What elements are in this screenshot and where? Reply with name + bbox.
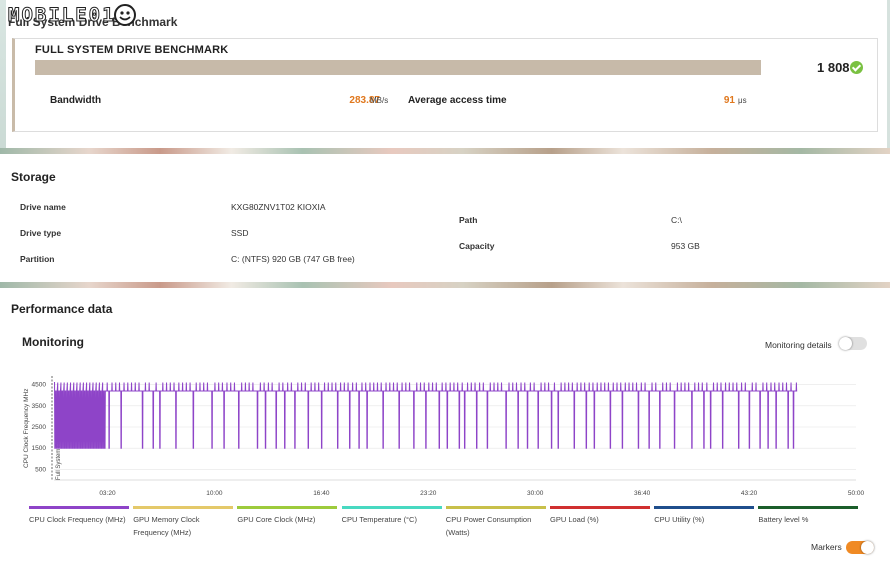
chart-x-tick-label: 23:20 [420,490,437,497]
path-value: C:\ [671,215,682,225]
capacity-label: Capacity [459,241,495,251]
chart-y-tick-label: 500 [35,466,46,473]
legend-color-swatch [341,506,442,509]
legend-item[interactable]: Battery level % [758,506,859,526]
markers-label: Markers [811,542,842,552]
legend-color-swatch [445,506,546,509]
legend-color-swatch [133,506,234,509]
monitoring-title: Monitoring [22,335,84,349]
legend-label: GPU Memory Clock Frequency (MHz) [133,515,200,537]
legend-color-swatch [758,506,859,509]
capacity-value: 953 GB [671,241,700,251]
benchmark-card: FULL SYSTEM DRIVE BENCHMARK 1 808 Bandwi… [12,38,878,132]
chart-x-tick-label: 16:40 [313,490,330,497]
legend-label: Battery level % [758,515,809,524]
legend-label: GPU Core Clock (MHz) [237,515,316,524]
chart-y-axis-label: CPU Clock Frequency MHz [23,389,30,468]
access-time-value: 91 [723,95,735,106]
legend-item[interactable]: CPU Temperature (°C) [341,506,442,526]
chart-x-tick-label: 36:40 [634,490,651,497]
logo-face-icon [114,4,136,26]
legend-label: CPU Temperature (°C) [341,515,417,524]
chart-y-tick-label: 3500 [32,403,47,410]
monitoring-chart: 4500 3500 2500 1500 500 03:20 10:00 16:40 23:20… [23,376,865,497]
chart-x-tick-label: 30:00 [527,490,544,497]
site-logo: MOBILE01 [8,4,116,27]
markers-toggle[interactable] [846,541,874,554]
performance-title: Performance data [11,302,113,316]
legend-item[interactable]: CPU Utility (%) [654,506,755,526]
drive-name-value: KXG80ZNV1T02 KIOXIA [231,202,326,212]
partition-label: Partition [20,254,55,264]
legend-item[interactable]: CPU Clock Frequency (MHz) [29,506,129,526]
legend-item[interactable]: GPU Load (%) [550,506,650,526]
chart-y-tick-label: 2500 [32,424,47,431]
legend-color-swatch [654,506,755,509]
legend-label: CPU Utility (%) [654,515,705,524]
legend-label: CPU Power Consumption (Watts) [445,515,532,537]
storage-title: Storage [11,170,56,184]
chart-y-tick-label: 1500 [32,445,47,452]
storage-panel: Storage Drive name KXG80ZNV1T02 KIOXIA D… [0,154,890,282]
drive-type-value: SSD [231,228,249,238]
chart-y-tick-label: 4500 [32,382,47,389]
legend-color-swatch [550,506,650,509]
path-label: Path [459,215,478,225]
chart-x-tick-label: 50:00 [848,490,865,497]
legend-item[interactable]: GPU Memory Clock Frequency (MHz) [133,506,234,539]
check-icon [850,61,863,74]
legend-label: GPU Load (%) [550,515,599,524]
bandwidth-unit: MB/s [370,96,389,105]
chart-x-tick-label: 10:00 [206,490,223,497]
bandwidth-label: Bandwidth [50,95,102,106]
drive-name-label: Drive name [20,202,66,212]
legend-color-swatch [237,506,338,509]
legend-label: CPU Clock Frequency (MHz) [29,515,126,524]
access-time-label: Average access time [408,95,507,106]
legend-color-swatch [29,506,129,509]
monitoring-details-toggle[interactable] [839,337,867,350]
access-time-unit: μs [738,96,747,105]
chart-x-tick-label: 43:20 [741,490,758,497]
drive-type-label: Drive type [20,228,62,238]
benchmark-score: 1 808 [817,60,850,75]
benchmark-score-bar [35,60,761,75]
partition-value: C: (NTFS) 920 GB (747 GB free) [231,254,355,264]
chart-x-tick-label: 03:20 [99,490,116,497]
benchmark-title: FULL SYSTEM DRIVE BENCHMARK [35,44,229,56]
legend-item[interactable]: CPU Power Consumption (Watts) [445,506,546,539]
monitoring-details-label: Monitoring details [765,340,832,350]
cpu-clock-series-line [54,381,798,449]
legend-item[interactable]: GPU Core Clock (MHz) [237,506,338,526]
